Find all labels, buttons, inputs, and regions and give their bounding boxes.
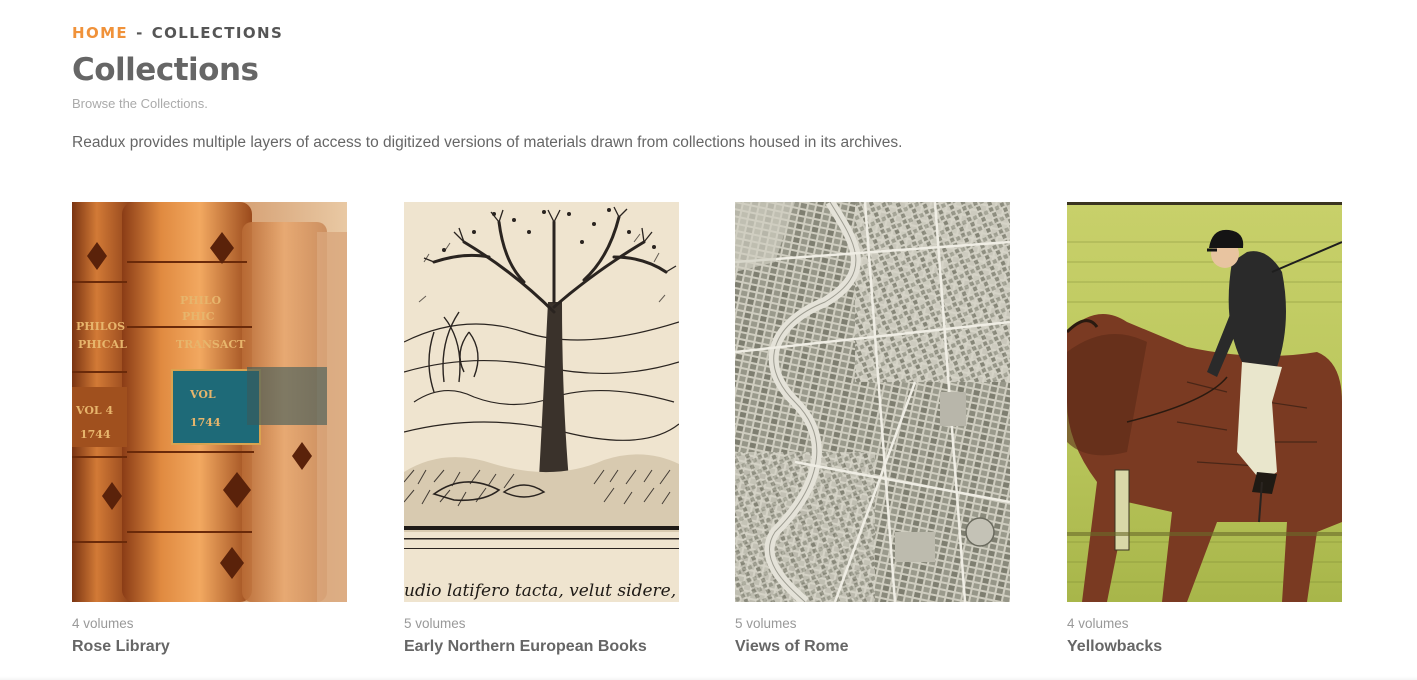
page-intro: Readux provides multiple layers of acces… — [72, 134, 903, 151]
collection-thumbnail[interactable]: udio latifero tacta, velut sidere, Past — [404, 202, 679, 602]
collection-card-views-of-rome: 5 volumes Views of Rome — [735, 202, 1010, 657]
collection-volume-count: 4 volumes — [1067, 616, 1129, 631]
collection-title-link[interactable]: Early Northern European Books — [404, 637, 647, 657]
woodcut-caption-text: udio latifero tacta, velut sidere, Past — [404, 581, 679, 601]
page-subtitle: Browse the Collections. — [72, 96, 208, 111]
svg-text:TRANSACT: TRANSACT — [176, 338, 246, 351]
collection-thumbnail[interactable]: PHILO PHIC TRANSACT VOL 1744 PHILOS PHIC… — [72, 202, 347, 602]
leather-book-spines-image: PHILO PHIC TRANSACT VOL 1744 PHILOS PHIC… — [72, 202, 347, 602]
breadcrumb-separator: - — [136, 24, 144, 42]
svg-text:PHIC: PHIC — [182, 310, 215, 323]
page-bottom-edge — [0, 676, 1417, 680]
svg-text:PHICAL: PHICAL — [78, 338, 127, 351]
collection-card-yellowbacks: 4 volumes Yellowbacks — [1067, 202, 1342, 657]
svg-text:1744: 1744 — [190, 416, 221, 429]
collection-title-link[interactable]: Yellowbacks — [1067, 637, 1162, 657]
collection-volume-count: 4 volumes — [72, 616, 134, 631]
breadcrumb-home-link[interactable]: HOME — [72, 24, 128, 42]
breadcrumb: HOME - COLLECTIONS — [72, 24, 283, 42]
collection-title-link[interactable]: Views of Rome — [735, 637, 849, 657]
collection-title-link[interactable]: Rose Library — [72, 637, 170, 657]
svg-text:1744: 1744 — [80, 428, 111, 441]
collection-thumbnail[interactable] — [1067, 202, 1342, 602]
svg-text:PHILO: PHILO — [180, 294, 222, 307]
collection-volume-count: 5 volumes — [404, 616, 466, 631]
collection-volume-count: 5 volumes — [735, 616, 797, 631]
svg-text:VOL 4: VOL 4 — [75, 404, 113, 417]
breadcrumb-current: COLLECTIONS — [151, 24, 284, 42]
page-title: Collections — [72, 52, 259, 88]
collection-card-early-northern-european-books: udio latifero tacta, velut sidere, Past … — [404, 202, 679, 657]
collection-card-rose-library: PHILO PHIC TRANSACT VOL 1744 PHILOS PHIC… — [72, 202, 347, 657]
woodcut-tree-image: udio latifero tacta, velut sidere, Past — [404, 202, 679, 602]
svg-text:PHILOS: PHILOS — [76, 320, 125, 333]
svg-text:VOL: VOL — [189, 388, 216, 401]
collection-thumbnail[interactable] — [735, 202, 1010, 602]
jockey-on-horse-image — [1067, 202, 1342, 602]
rome-map-image — [735, 202, 1010, 602]
